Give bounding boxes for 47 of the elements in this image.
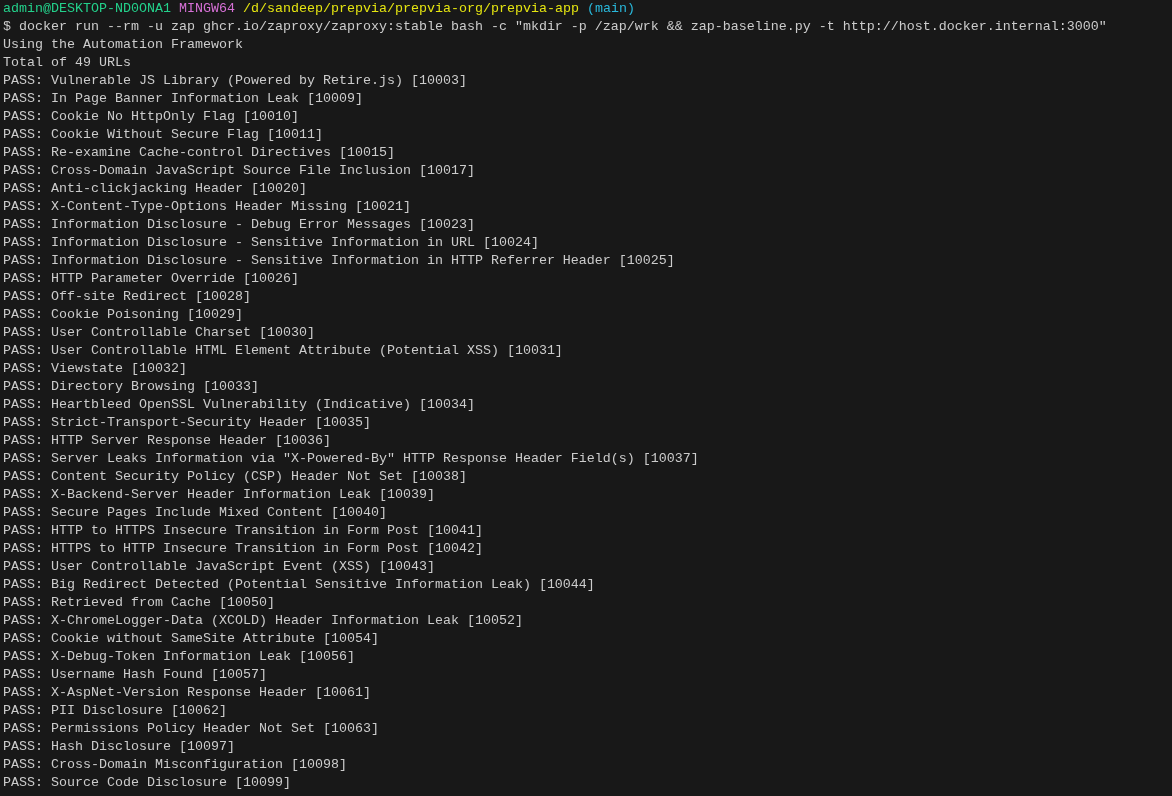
output-line: PASS: Information Disclosure - Debug Error Messages [10023] [3, 216, 475, 234]
output-line: PASS: X-Backend-Server Header Information Leak [10039] [3, 486, 435, 504]
output-line: PASS: Cookie without SameSite Attribute [10054] [3, 630, 379, 648]
output-line: PASS: X-AspNet-Version Response Header [10061] [3, 684, 371, 702]
output-line: Total of 49 URLs [3, 54, 131, 72]
output-line: PASS: HTTP to HTTPS Insecure Transition in Form Post [10041] [3, 522, 483, 540]
prompt-branch: (main) [586, 0, 635, 18]
output-line: Using the Automation Framework [3, 36, 243, 54]
output-line: PASS: Permissions Policy Header Not Set [10063] [3, 720, 379, 738]
prompt-path: /d/sandeep/prepvia/prepvia-org/prepvia-app [242, 0, 579, 18]
output-line: PASS: Re-examine Cache-control Directives [10015] [3, 144, 395, 162]
output-line: PASS: Content Security Policy (CSP) Header Not Set [10038] [3, 468, 467, 486]
command-line: $ docker run --rm -u zap ghcr.io/zaproxy/zaproxy:stable bash -c "mkdir -p /zap/wrk && zap-baseline.py -t http://host.docker.internal:3000" [3, 18, 1107, 36]
output-line: PASS: Big Redirect Detected (Potential Sensitive Information Leak) [10044] [3, 576, 595, 594]
output-line: PASS: Hash Disclosure [10097] [3, 738, 235, 756]
output-line: PASS: PII Disclosure [10062] [3, 702, 227, 720]
output-line: PASS: Retrieved from Cache [10050] [3, 594, 275, 612]
output-line: PASS: Source Code Disclosure [10099] [3, 774, 291, 792]
output-line: PASS: Secure Pages Include Mixed Content [10040] [3, 504, 387, 522]
output-line: PASS: Heartbleed OpenSSL Vulnerability (Indicative) [10034] [3, 396, 475, 414]
output-line: PASS: Strict-Transport-Security Header [10035] [3, 414, 371, 432]
output-line: PASS: User Controllable JavaScript Event (XSS) [10043] [3, 558, 435, 576]
output-line: PASS: Cross-Domain Misconfiguration [10098] [3, 756, 347, 774]
output-line: PASS: Directory Browsing [10033] [3, 378, 259, 396]
output-line: PASS: User Controllable Charset [10030] [3, 324, 315, 342]
prompt-user-host: admin@DESKTOP-ND0ONA1 [3, 0, 171, 18]
output-line: PASS: Server Leaks Information via "X-Powered-By" HTTP Response Header Field(s) [10037] [3, 450, 699, 468]
output-line: PASS: X-Content-Type-Options Header Missing [10021] [3, 198, 411, 216]
output-line: PASS: Off-site Redirect [10028] [3, 288, 251, 306]
output-line: PASS: Cross-Domain JavaScript Source File Inclusion [10017] [3, 162, 475, 180]
output-line: PASS: X-ChromeLogger-Data (XCOLD) Header Information Leak [10052] [3, 612, 523, 630]
output-line: PASS: Cookie Poisoning [10029] [3, 306, 243, 324]
output-line: PASS: Cookie Without Secure Flag [10011] [3, 126, 323, 144]
output-line: PASS: Vulnerable JS Library (Powered by Retire.js) [10003] [3, 72, 467, 90]
output-line: PASS: Anti-clickjacking Header [10020] [3, 180, 307, 198]
output-line: PASS: In Page Banner Information Leak [10009] [3, 90, 363, 108]
output-line: PASS: Information Disclosure - Sensitive Information in URL [10024] [3, 234, 539, 252]
prompt-system: MINGW64 [178, 0, 235, 18]
output-line: PASS: Username Hash Found [10057] [3, 666, 267, 684]
output-line: PASS: Cookie No HttpOnly Flag [10010] [3, 108, 299, 126]
output-line: PASS: X-Debug-Token Information Leak [10056] [3, 648, 355, 666]
output-line: PASS: HTTP Server Response Header [10036] [3, 432, 331, 450]
output-line: PASS: HTTP Parameter Override [10026] [3, 270, 299, 288]
output-line: PASS: HTTPS to HTTP Insecure Transition in Form Post [10042] [3, 540, 483, 558]
output-line: PASS: User Controllable HTML Element Attribute (Potential XSS) [10031] [3, 342, 563, 360]
output-line: PASS: Viewstate [10032] [3, 360, 187, 378]
output-line: PASS: Information Disclosure - Sensitive Information in HTTP Referrer Header [10025] [3, 252, 675, 270]
